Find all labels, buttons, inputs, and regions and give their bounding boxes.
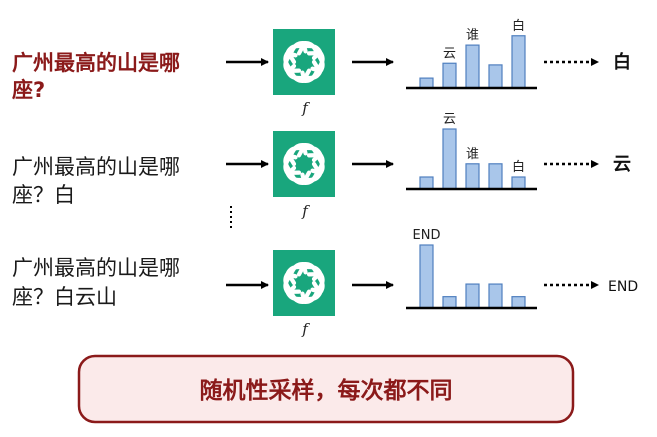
probability-bar bbox=[419, 176, 434, 190]
probability-bar bbox=[465, 283, 480, 309]
row-1: 广州最高的山是哪 座? f 云谁白 白 bbox=[12, 18, 631, 117]
probability-bar bbox=[419, 244, 434, 309]
probability-bar bbox=[442, 62, 457, 89]
prompt-line-1: 广州最高的山是哪 bbox=[12, 155, 180, 179]
prompt-line-2: 座? bbox=[12, 78, 45, 102]
prompt-line-2: 座？白 bbox=[12, 183, 75, 207]
sampling-diagram: 广州最高的山是哪 座? f 云谁白 白 广州最高的山是哪 座？白 f 云谁白 云… bbox=[12, 18, 638, 424]
probability-bar bbox=[511, 35, 526, 89]
probability-bar bbox=[511, 296, 526, 309]
bar-token-label: 云 bbox=[443, 112, 456, 127]
probability-bar bbox=[488, 163, 503, 190]
bar-token-label: 白 bbox=[512, 159, 525, 175]
function-label: f bbox=[301, 202, 310, 220]
banner-text: 随机性采样，每次都不同 bbox=[200, 377, 453, 404]
probability-bar bbox=[465, 44, 480, 89]
probability-bar bbox=[488, 64, 503, 89]
probability-bar bbox=[442, 296, 457, 309]
row-2: 广州最高的山是哪 座？白 f 云谁白 云 bbox=[12, 112, 631, 220]
function-label: f bbox=[301, 99, 310, 117]
probability-bar bbox=[488, 283, 503, 309]
bar-token-label: 云 bbox=[443, 46, 456, 61]
sampled-token: 白 bbox=[613, 51, 631, 73]
openai-logo-icon bbox=[273, 29, 335, 95]
bar-token-label: 谁 bbox=[466, 28, 479, 43]
probability-bar bbox=[442, 128, 457, 190]
prompt-line-1: 广州最高的山是哪 bbox=[12, 51, 180, 75]
probability-bar bbox=[419, 77, 434, 89]
probability-bar bbox=[511, 176, 526, 190]
function-label: f bbox=[301, 320, 310, 338]
sampled-token: 云 bbox=[613, 154, 631, 175]
openai-logo-icon bbox=[273, 250, 335, 316]
bar-token-label: END bbox=[413, 228, 441, 243]
conclusion-banner: 随机性采样，每次都不同 bbox=[77, 354, 575, 424]
probability-bar bbox=[465, 163, 480, 190]
sampled-token: END bbox=[608, 279, 638, 295]
row-3: 广州最高的山是哪 座？白云山 f END END bbox=[12, 228, 638, 338]
openai-logo-icon bbox=[273, 131, 335, 197]
probability-histogram: 云谁 白 bbox=[419, 18, 526, 89]
prompt-line-2: 座？白云山 bbox=[12, 285, 117, 309]
probability-histogram: 云谁白 bbox=[419, 112, 526, 190]
probability-histogram: END bbox=[413, 228, 526, 309]
bar-token-label: 谁 bbox=[466, 147, 479, 162]
prompt-line-1: 广州最高的山是哪 bbox=[12, 256, 180, 280]
bar-token-label: 白 bbox=[512, 18, 525, 34]
